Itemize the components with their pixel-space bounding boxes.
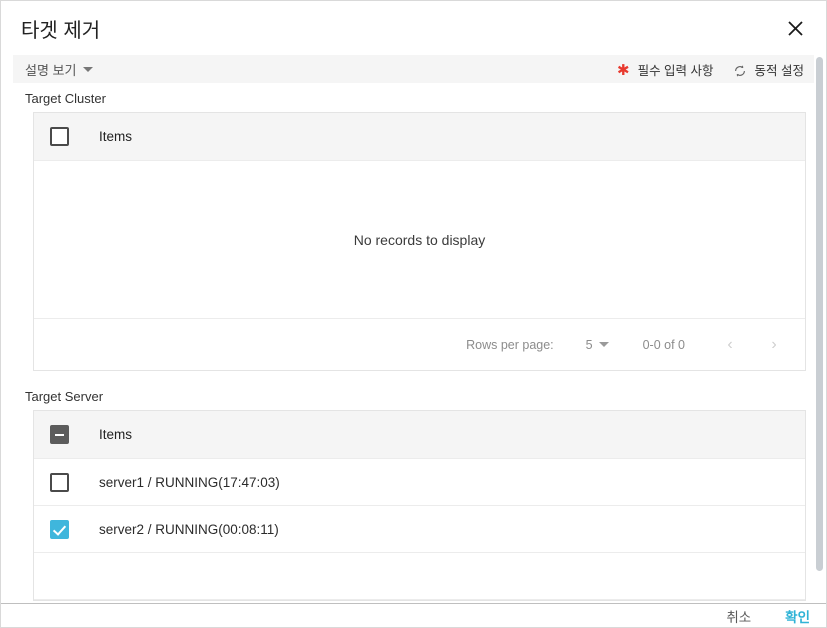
- table-row-partial[interactable]: [34, 553, 805, 600]
- close-glyph: [787, 20, 803, 36]
- cancel-button[interactable]: 취소: [726, 606, 751, 626]
- chevron-right-icon[interactable]: ›: [759, 330, 789, 360]
- rows-per-page-value: 5: [585, 337, 593, 352]
- dialog-footer: 취소 확인: [1, 603, 826, 627]
- section-label-target-server: Target Server: [25, 389, 104, 404]
- target-cluster-table-header: Items: [34, 113, 805, 161]
- legend-right-group: ✱ 필수 입력 사항 동적 설정: [617, 60, 804, 79]
- rows-per-page-label: Rows per page:: [466, 337, 554, 352]
- chevron-left-icon[interactable]: ‹: [715, 330, 745, 360]
- table-row[interactable]: server2 / RUNNING(00:08:11): [34, 506, 805, 553]
- chevron-down-icon: [83, 66, 94, 72]
- dynamic-setting-label: 동적 설정: [754, 63, 804, 78]
- select-all-checkbox-cluster[interactable]: [50, 127, 69, 146]
- required-label: 필수 입력 사항: [637, 63, 714, 78]
- dialog-body: 설명 보기 ✱ 필수 입력 사항 동적 설정 Target Cluster It…: [1, 55, 826, 604]
- pagination-range: 0-0 of 0: [642, 337, 685, 352]
- dialog-title: 타겟 제거: [21, 19, 101, 42]
- rows-per-page-select[interactable]: 5: [586, 338, 609, 352]
- target-cluster-table: Items No records to display Rows per pag…: [33, 112, 806, 371]
- select-all-checkbox-server[interactable]: [50, 425, 69, 444]
- chevron-down-icon: [598, 342, 609, 347]
- row-label-server2: server2 / RUNNING(00:08:11): [99, 521, 279, 537]
- legend-bar: 설명 보기 ✱ 필수 입력 사항 동적 설정: [13, 55, 814, 83]
- target-server-table: Items server1 / RUNNING(17:47:03) server…: [33, 410, 806, 601]
- scrollbar-thumb[interactable]: [816, 57, 823, 571]
- column-header-items-server: Items: [99, 427, 133, 442]
- empty-state-message: No records to display: [353, 231, 486, 248]
- empty-state-cluster: No records to display: [34, 161, 805, 318]
- close-icon[interactable]: [776, 9, 814, 47]
- row-label-server1: server1 / RUNNING(17:47:03): [99, 474, 280, 490]
- section-label-target-cluster: Target Cluster: [25, 91, 106, 106]
- description-toggle-label: 설명 보기: [25, 62, 77, 78]
- row-checkbox-server1[interactable]: [50, 472, 69, 492]
- table-row[interactable]: server1 / RUNNING(17:47:03): [34, 459, 805, 506]
- required-asterisk-icon: ✱: [616, 61, 630, 79]
- description-toggle[interactable]: 설명 보기: [25, 60, 94, 79]
- sync-glyph: [734, 65, 745, 77]
- column-header-items-cluster: Items: [99, 129, 133, 144]
- row-checkbox-server2[interactable]: [50, 519, 69, 539]
- remove-target-dialog: 타겟 제거 설명 보기 ✱ 필수 입력 사항 동적 설정 Target Clus…: [0, 0, 827, 628]
- sync-icon: [733, 64, 747, 78]
- confirm-button[interactable]: 확인: [785, 606, 810, 626]
- target-server-table-header: Items: [34, 411, 805, 459]
- dialog-titlebar: 타겟 제거: [1, 1, 826, 55]
- pagination-bar-cluster: Rows per page: 5 0-0 of 0 ‹ ›: [34, 318, 805, 370]
